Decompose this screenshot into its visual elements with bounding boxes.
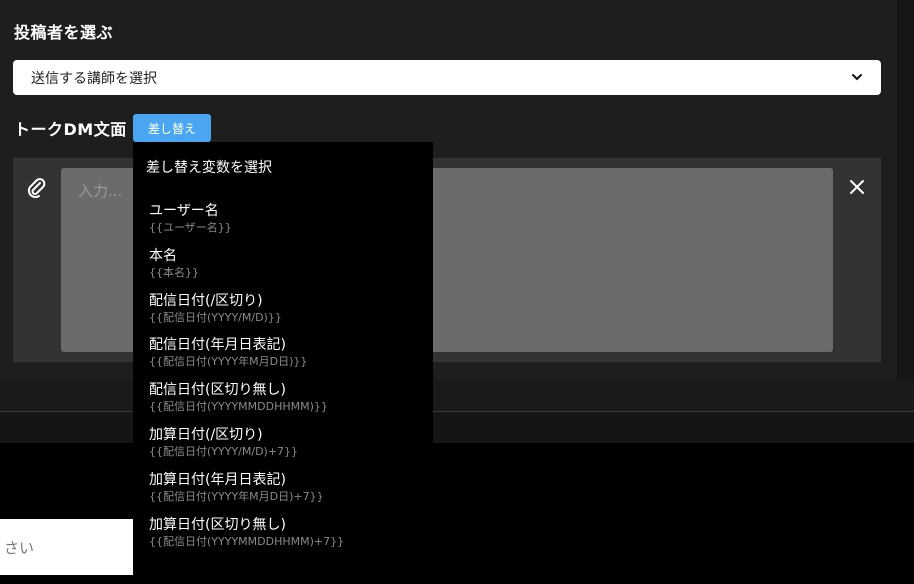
variable-code: {{配信日付(YYYY/M/D)}} [149, 310, 282, 324]
variable-label: 加算日付(区切り無し) [149, 516, 286, 533]
swap-variable-button[interactable]: 差し替え [133, 114, 211, 142]
message-placeholder: 入力... [78, 182, 123, 200]
variable-option[interactable]: 配信日付(/区切り) {{配信日付(YYYY/M/D)}} [149, 292, 429, 337]
poster-heading: 投稿者を選ぶ [14, 23, 114, 42]
variable-label: 配信日付(年月日表記) [149, 337, 286, 354]
variable-option[interactable]: ユーザー名 {{ユーザー名}} [149, 202, 429, 247]
dropdown-title: 差し替え変数を選択 [146, 160, 272, 176]
message-heading: トークDM文面 [14, 120, 127, 139]
variable-code: {{配信日付(YYYY/M/D)+7}} [149, 444, 299, 458]
variable-label: 加算日付(/区切り) [149, 426, 263, 443]
variable-code: {{配信日付(YYYYMMDDHHMM)}} [149, 400, 328, 414]
variable-label: 本名 [149, 247, 177, 264]
variable-option[interactable]: 配信日付(区切り無し) {{配信日付(YYYYMMDDHHMM)}} [149, 381, 429, 426]
paperclip-icon[interactable] [26, 177, 48, 203]
text-input-value: さい [4, 538, 35, 557]
text-input-field[interactable]: さい [0, 519, 133, 575]
variable-option[interactable]: 加算日付(区切り無し) {{配信日付(YYYYMMDDHHMM)+7}} [149, 516, 429, 561]
close-icon[interactable] [848, 178, 866, 200]
variable-option[interactable]: 加算日付(/区切り) {{配信日付(YYYY/M/D)+7}} [149, 426, 429, 471]
variable-code: {{本名}} [149, 265, 199, 279]
variable-label: 配信日付(区切り無し) [149, 382, 286, 399]
chevron-down-icon [851, 71, 863, 87]
variable-code: {{配信日付(YYYYMMDDHHMM)+7}} [149, 534, 345, 548]
variable-code: {{配信日付(YYYY年M月D日)+7}} [149, 489, 324, 503]
variable-label: 配信日付(/区切り) [149, 292, 263, 309]
instructor-select[interactable]: 送信する講師を選択 [13, 60, 881, 95]
variable-label: ユーザー名 [149, 203, 219, 219]
variable-option[interactable]: 配信日付(年月日表記) {{配信日付(YYYY年M月D日)}} [149, 336, 429, 381]
variable-code: {{ユーザー名}} [149, 221, 232, 234]
variable-label: 加算日付(年月日表記) [149, 471, 286, 488]
variable-list: ユーザー名 {{ユーザー名}} 本名 {{本名}} 配信日付(/区切り) {{配… [149, 202, 429, 560]
variable-option[interactable]: 加算日付(年月日表記) {{配信日付(YYYY年M月D日)+7}} [149, 471, 429, 516]
instructor-select-value: 送信する講師を選択 [31, 70, 157, 87]
variable-dropdown: 差し替え変数を選択 ユーザー名 {{ユーザー名}} 本名 {{本名}} 配信日付… [133, 142, 433, 584]
variable-code: {{配信日付(YYYY年M月D日)}} [149, 355, 308, 369]
scrollbar-track[interactable] [897, 0, 914, 380]
variable-option[interactable]: 本名 {{本名}} [149, 247, 429, 292]
